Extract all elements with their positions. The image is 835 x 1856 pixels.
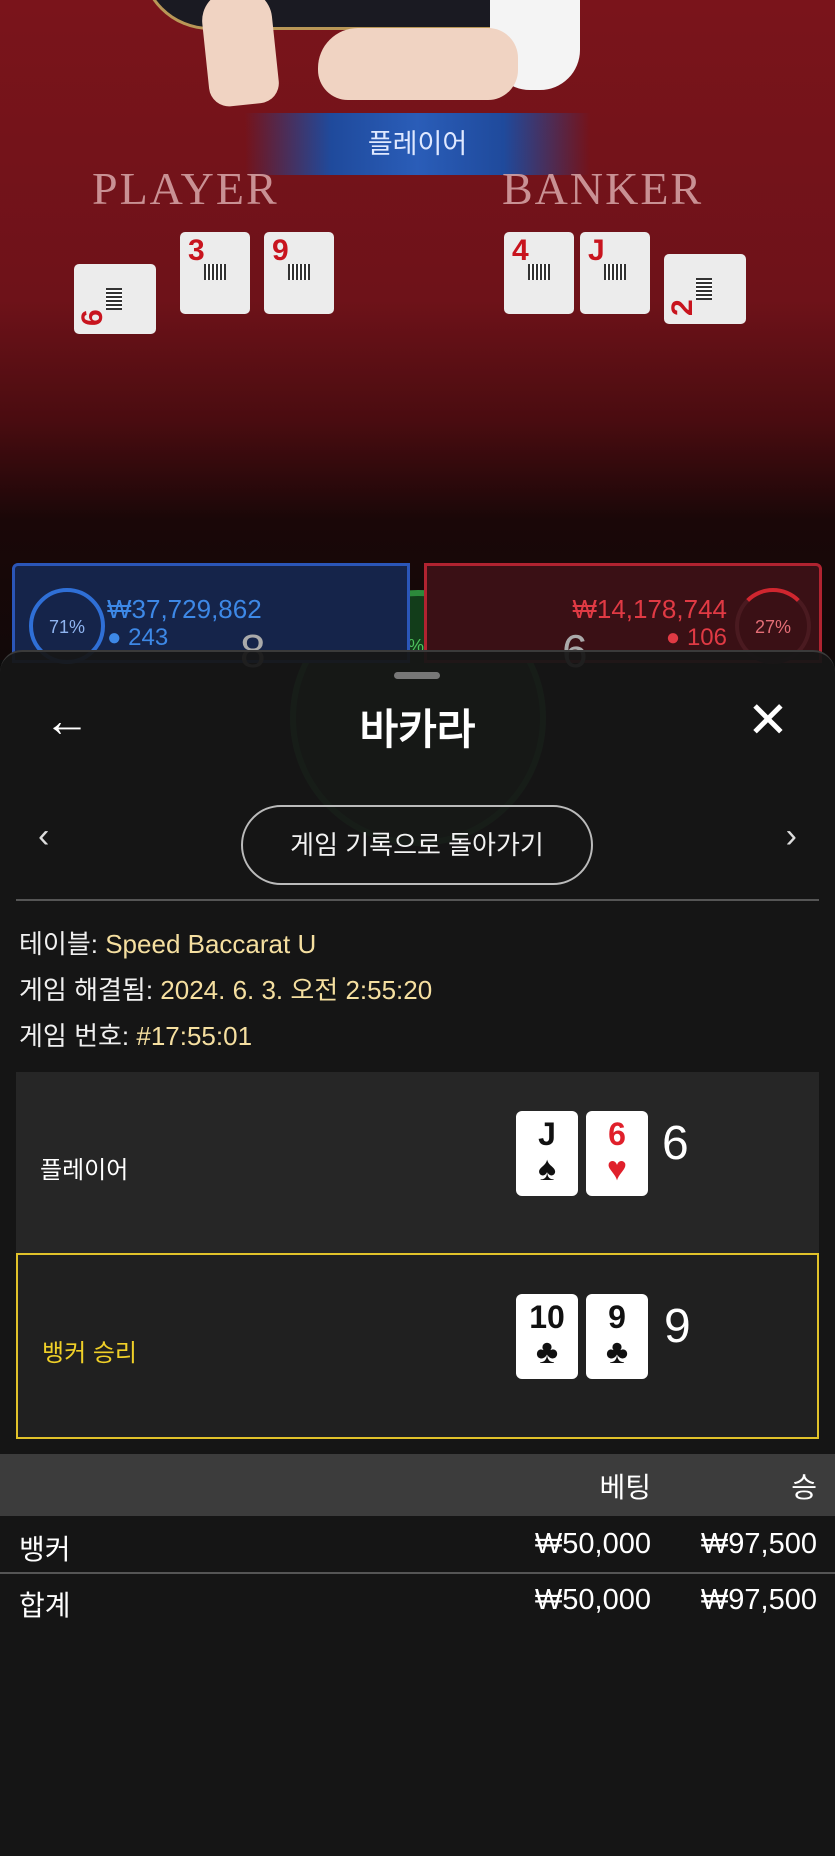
game-history-sheet: ← 바카라 ✕ ‹ 게임 기록으로 돌아가기 › 테이블: Speed Bacc… (0, 650, 835, 1856)
total-label: 합계 (19, 1590, 71, 1621)
total-win-amount: ₩97,500 (700, 1584, 817, 1616)
person-icon: ● (107, 624, 129, 651)
next-game-button[interactable]: › (786, 817, 797, 856)
sheet-title: 바카라 (359, 706, 476, 753)
playing-card: 6 ♥ (586, 1111, 648, 1196)
player-bet-panel: 71% ₩37,729,862 ● 243 (12, 563, 410, 664)
banker-total-amount: ₩14,178,744 (572, 594, 727, 624)
playing-card: 10 ♣ (516, 1294, 578, 1379)
bet-column-header: 베팅 (599, 1472, 651, 1503)
bets-table-header: 베팅 승 (0, 1454, 835, 1516)
resolved-info: 게임 해결됨: 2024. 6. 3. 오전 2:55:20 (19, 975, 433, 1005)
banker-count: ● 106 (665, 624, 727, 651)
table-card: 9 (264, 232, 334, 314)
banker-win-label: 뱅커 승리 (42, 1340, 137, 1367)
win-amount: ₩97,500 (700, 1528, 817, 1560)
win-column-header: 승 (791, 1472, 817, 1503)
table-card: 2 (664, 254, 746, 324)
sheet-drag-handle[interactable] (394, 672, 440, 679)
banker-hand-total: 9 (664, 1300, 691, 1353)
banker-result-row: 뱅커 승리 10 ♣ 9 ♣ 9 (16, 1253, 819, 1439)
player-side-label: PLAYER (92, 163, 279, 214)
chevron-right-icon: › (785, 817, 797, 855)
total-bet-amount: ₩50,000 (534, 1584, 651, 1616)
dealer-hand-right (318, 28, 518, 100)
dealer-hand-left (199, 0, 281, 109)
chevron-left-icon: ‹ (38, 817, 50, 855)
playing-card: 9 ♣ (586, 1294, 648, 1379)
return-to-history-button[interactable]: 게임 기록으로 돌아가기 (241, 805, 593, 885)
banker-bet-panel: 27% ₩14,178,744 ● 106 (424, 563, 822, 664)
player-count: ● 243 (107, 624, 169, 651)
player-result-row: 플레이어 J ♠ 6 ♥ 6 (16, 1072, 819, 1253)
game-number-info: 게임 번호: #17:55:01 (19, 1021, 253, 1051)
player-total-amount: ₩37,729,862 (107, 594, 262, 624)
previous-game-button[interactable]: ‹ (38, 817, 49, 856)
close-button[interactable]: ✕ (743, 695, 793, 747)
table-row: 뱅커 ₩50,000 ₩97,500 (0, 1518, 835, 1574)
bet-type: 뱅커 (19, 1534, 71, 1565)
table-card: 4 (504, 232, 574, 314)
table-row-total: 합계 ₩50,000 ₩97,500 (0, 1574, 835, 1630)
playing-card: J ♠ (516, 1111, 578, 1196)
header-divider (16, 899, 819, 901)
player-hand-total: 6 (662, 1117, 689, 1170)
live-table-view: 플레이어 PLAYER BANKER 6 3 9 4 J 2 (0, 0, 835, 660)
table-card: 3 (180, 232, 250, 314)
person-icon: ● (665, 624, 687, 651)
table-card: J (580, 232, 650, 314)
table-card: 6 (74, 264, 156, 334)
player-result-label: 플레이어 (40, 1157, 129, 1184)
banker-side-label: BANKER (502, 163, 704, 214)
close-icon: ✕ (747, 692, 789, 748)
table-info: 테이블: Speed Baccarat U (19, 929, 317, 959)
bet-amount: ₩50,000 (534, 1528, 651, 1560)
